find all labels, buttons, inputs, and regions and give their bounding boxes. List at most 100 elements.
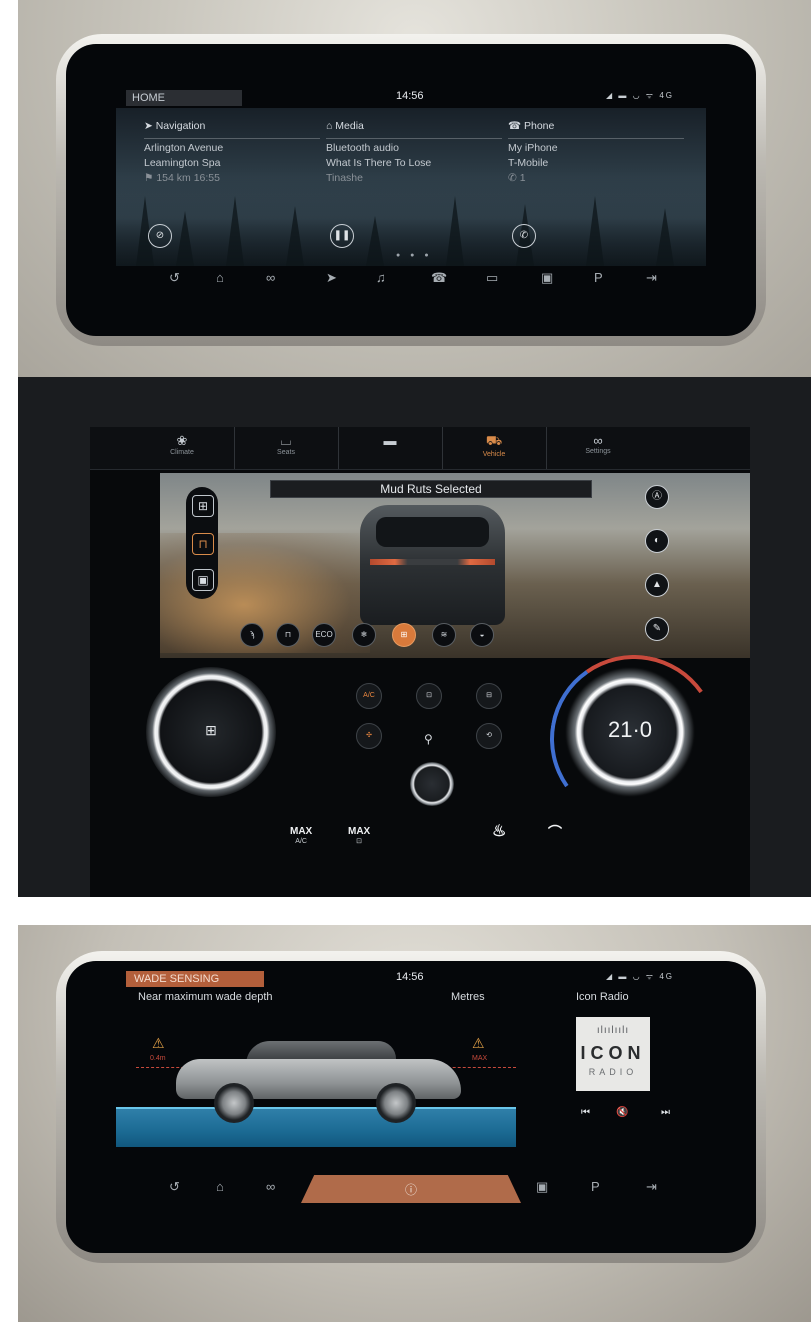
- max-defrost-button[interactable]: MAX ⊡: [348, 827, 370, 847]
- tab-handle[interactable]: ▬: [338, 427, 443, 469]
- phone-title: Phone: [524, 120, 555, 132]
- dynamic-icon[interactable]: ϡ: [240, 623, 264, 647]
- eco-icon[interactable]: ECO: [312, 623, 336, 647]
- fan-icon[interactable]: ✣: [356, 723, 382, 749]
- home-content: ➤ Navigation Arlington Avenue Leamington…: [116, 108, 706, 266]
- bottom-home-icon[interactable]: ⌂: [216, 1179, 224, 1194]
- status-icons: ◢ ▬ ◡ ᯤ 4G: [606, 91, 674, 100]
- phone-panel[interactable]: ☎ Phone My iPhone T-Mobile ✆ 1: [508, 120, 684, 184]
- bottom-exit-icon[interactable]: ⇥: [646, 1179, 657, 1195]
- info-icon: ⓘ: [404, 1183, 417, 1197]
- terrain-modes: ϡ ⊓ ECO ❄ ⊞ ≋ ◒: [240, 623, 540, 649]
- tab-climate[interactable]: ❀ Climate: [130, 427, 235, 469]
- navigation-panel[interactable]: ➤ Navigation Arlington Avenue Leamington…: [144, 120, 320, 184]
- media-track: What Is There To Lose: [326, 157, 432, 169]
- navigation-icon[interactable]: ➤: [326, 270, 337, 286]
- vehicle-icon: ⛟: [485, 433, 503, 448]
- middle-photo: ❀ Climate ⌴ Seats ▬ ⛟ Vehicle ∞ Settings: [18, 377, 811, 897]
- page-indicator: ● ● ●: [396, 252, 433, 259]
- auto-terrain-icon[interactable]: Ⓐ: [645, 485, 669, 509]
- airflow-icon: ⚲: [424, 732, 433, 746]
- media-nav-icon[interactable]: ♫: [376, 270, 386, 285]
- bottom-apps-icon[interactable]: ∞: [266, 1179, 275, 1194]
- sand-icon[interactable]: ≋: [432, 623, 456, 647]
- info-tab[interactable]: ⓘ: [301, 1175, 521, 1203]
- bottom-back-icon[interactable]: ↺: [169, 1179, 180, 1195]
- comfort-icon[interactable]: ⊓: [276, 623, 300, 647]
- bottom-status-icons: ◢ ▬ ◡ ᯤ 4G: [606, 972, 674, 981]
- bottom-parking-icon[interactable]: P: [591, 1179, 600, 1194]
- info-display-icon[interactable]: ▣: [192, 569, 214, 591]
- front-defrost-icon[interactable]: ⊡: [416, 683, 442, 709]
- navigation-title: Navigation: [155, 120, 206, 132]
- soundwave-icon: ılıılıılı: [596, 1025, 630, 1036]
- wade-content: Near maximum wade depth Metres Icon Radi…: [116, 987, 706, 1175]
- navigation-arrow-icon: ➤: [144, 120, 156, 132]
- climate-bottom-row: MAX A/C MAX ⊡ ♨ ⌒: [90, 824, 750, 879]
- devices-icon[interactable]: ▭: [486, 270, 498, 286]
- radio-logo-sub: RADIO: [588, 1067, 638, 1077]
- media-panel[interactable]: ⌂ Media Bluetooth audio What Is There To…: [326, 120, 502, 184]
- tab-settings-label: Settings: [585, 448, 611, 455]
- rock-crawl-icon[interactable]: ◒: [470, 623, 494, 647]
- touch-pro-duo-lower: ❀ Climate ⌴ Seats ▬ ⛟ Vehicle ∞ Settings: [90, 427, 750, 897]
- phone-carrier: T-Mobile: [508, 157, 549, 169]
- mute-icon[interactable]: 🔇: [616, 1107, 628, 1118]
- parking-icon[interactable]: P: [594, 270, 603, 285]
- off-road-icon[interactable]: ⊓: [192, 533, 214, 555]
- next-icon[interactable]: ⏭: [661, 1107, 670, 1118]
- recirculation-icon[interactable]: ⟲: [476, 723, 502, 749]
- prev-icon[interactable]: ⏮: [581, 1107, 590, 1118]
- home-tab[interactable]: HOME: [126, 90, 242, 106]
- max-ac-button[interactable]: MAX A/C: [290, 827, 312, 847]
- nav-eta: 154 km 16:55: [156, 172, 220, 184]
- terrain-knob[interactable]: ⊞: [146, 667, 276, 797]
- fan-speed-knob[interactable]: [410, 762, 454, 806]
- top-screen: HOME 14:56 ◢ ▬ ◡ ᯤ 4G ➤ Navigation Arlin…: [66, 44, 756, 336]
- phone-device: My iPhone: [508, 142, 558, 154]
- call-icon[interactable]: ✆: [512, 224, 536, 248]
- mountain-icon[interactable]: ▲: [645, 573, 669, 597]
- temperature-knob[interactable]: 21·0: [565, 667, 695, 797]
- vehicle-rear-image: [360, 505, 505, 625]
- edit-icon[interactable]: ✎: [645, 617, 669, 641]
- back-icon[interactable]: ↺: [169, 270, 180, 286]
- warning-icon-right: ⚠: [472, 1035, 485, 1051]
- mute-guidance-icon[interactable]: ⊘: [148, 224, 172, 248]
- home-icon[interactable]: ⌂: [216, 270, 224, 285]
- mode-banner: Mud Ruts Selected: [270, 480, 592, 498]
- tab-settings[interactable]: ∞ Settings: [546, 427, 650, 469]
- rear-defrost-icon[interactable]: ⊟: [476, 683, 502, 709]
- ac-button[interactable]: A/C: [356, 683, 382, 709]
- snow-icon[interactable]: ❄: [352, 623, 376, 647]
- phone-nav-icon[interactable]: ☎: [431, 270, 447, 286]
- wade-sensing-tab[interactable]: WADE SENSING: [126, 971, 264, 987]
- tab-seats-label: Seats: [277, 449, 295, 456]
- bottom-photo: WADE SENSING 14:56 ◢ ▬ ◡ ᯤ 4G Near maxim…: [18, 925, 811, 1322]
- seat-heat-icon[interactable]: ♨: [492, 824, 506, 840]
- radio-logo[interactable]: ılıılıılı ICON RADIO: [576, 1017, 650, 1091]
- media-artist: Tinashe: [326, 172, 363, 184]
- pause-icon[interactable]: ❚❚: [330, 224, 354, 248]
- mud-ruts-icon: ⊞: [205, 722, 217, 738]
- water-level: [116, 1107, 516, 1147]
- apps-icon[interactable]: ∞: [266, 270, 275, 285]
- units-label: Metres: [451, 991, 485, 1003]
- tab-vehicle[interactable]: ⛟ Vehicle: [442, 427, 547, 469]
- vehicle-side-image: [176, 1041, 461, 1123]
- terrain-mode-icon[interactable]: ⊞: [192, 495, 214, 517]
- tab-seats[interactable]: ⌴ Seats: [234, 427, 339, 469]
- wade-message: Near maximum wade depth: [138, 991, 273, 1003]
- bottom-camera-icon[interactable]: ▣: [536, 1179, 548, 1195]
- climate-icon: ❀: [176, 433, 188, 448]
- top-nav-bar: ↺ ⌂ ∞ ➤ ♫ ☎ ▭ ▣ P ⇥: [66, 266, 756, 294]
- media-title: Media: [335, 120, 364, 132]
- wiper-icon[interactable]: ⌒: [548, 825, 562, 839]
- exit-icon[interactable]: ⇥: [646, 270, 657, 286]
- warning-icon-left: ⚠: [152, 1035, 165, 1051]
- top-photo: HOME 14:56 ◢ ▬ ◡ ᯤ 4G ➤ Navigation Arlin…: [18, 0, 811, 377]
- camera-icon[interactable]: ▣: [541, 270, 553, 286]
- radio-title: Icon Radio: [576, 991, 629, 1003]
- mud-ruts-selected-icon[interactable]: ⊞: [392, 623, 416, 647]
- grass-gravel-icon[interactable]: ◐: [645, 529, 669, 553]
